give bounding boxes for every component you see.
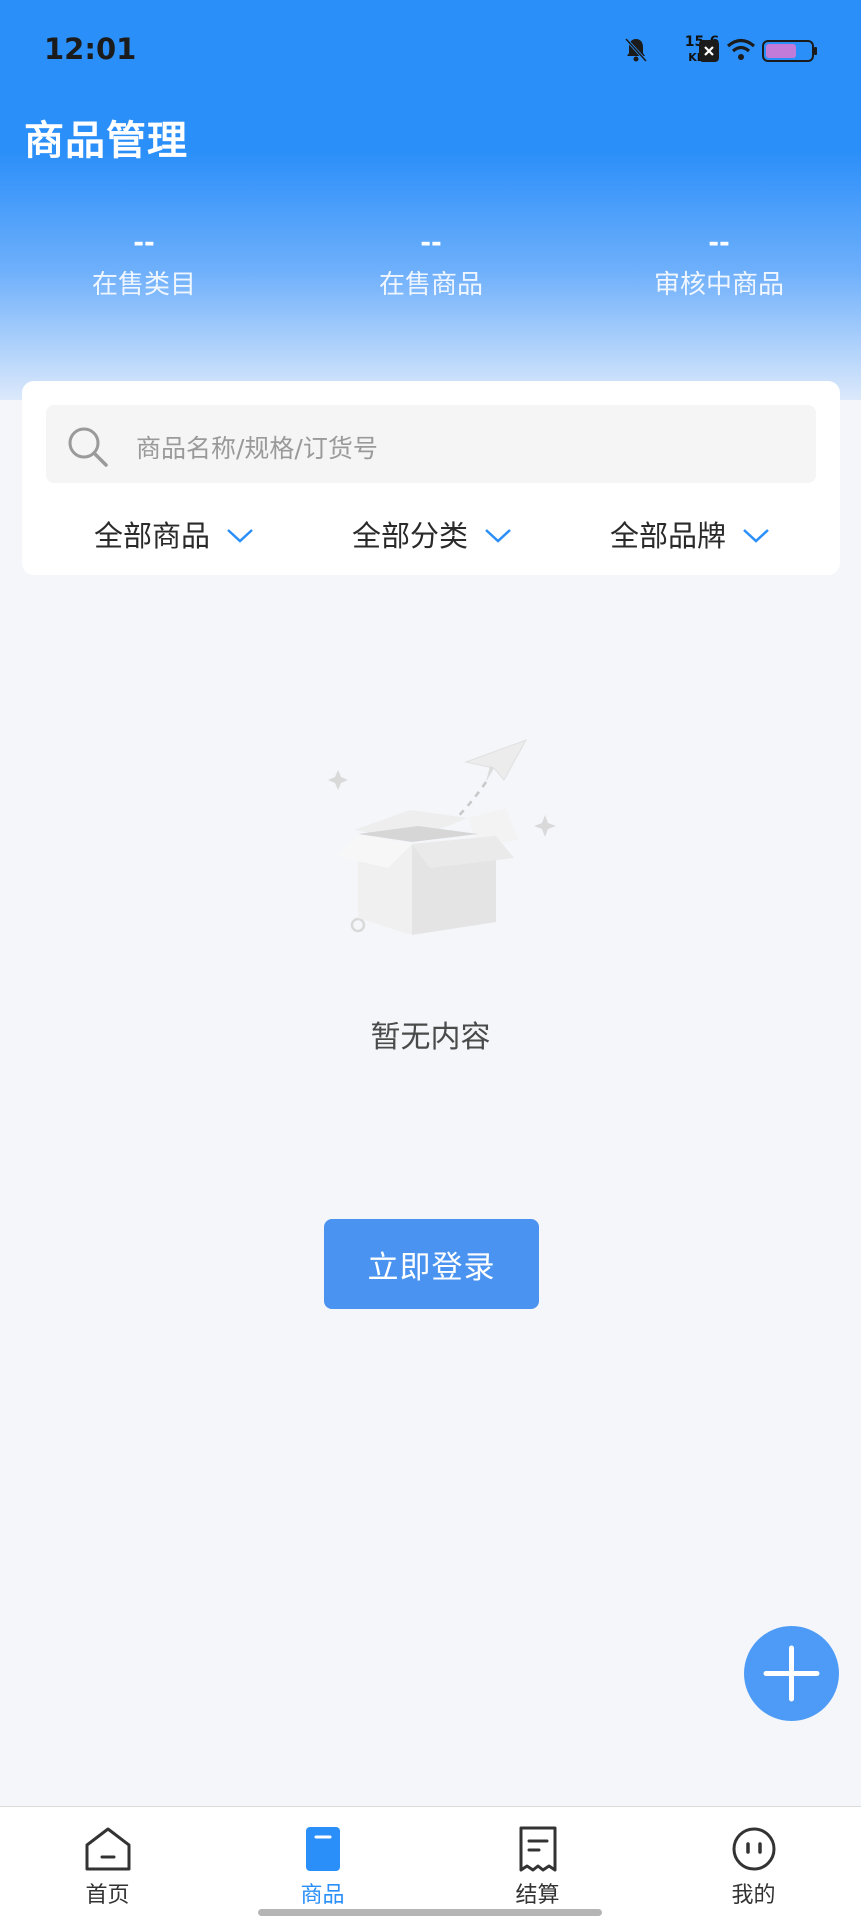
tab-mine[interactable]: 我的	[646, 1807, 861, 1920]
stat-value: --	[708, 228, 730, 258]
filter-all-categories[interactable]: 全部分类	[352, 509, 512, 559]
tab-label: 商品	[300, 1883, 345, 1908]
chevron-down-icon	[485, 529, 511, 543]
stat-reviewing-goods[interactable]: -- 审核中商品	[599, 228, 839, 301]
stat-value: --	[133, 228, 155, 258]
filter-label: 全部品牌	[610, 519, 727, 553]
home-indicator[interactable]	[258, 1909, 602, 1916]
plus-icon	[763, 1645, 820, 1702]
add-goods-button[interactable]	[744, 1626, 839, 1721]
receipt-icon	[519, 1826, 557, 1872]
tab-settlement[interactable]: 结算	[430, 1807, 645, 1920]
filter-card: 商品名称/规格/订货号 全部商品 全部分类 全部品牌	[22, 381, 840, 575]
x-badge-icon	[699, 40, 719, 62]
login-button[interactable]: 立即登录	[324, 1219, 539, 1309]
filter-label: 全部分类	[352, 519, 469, 553]
wifi-icon	[726, 38, 756, 60]
search-input[interactable]: 商品名称/规格/订货号	[46, 405, 816, 483]
status-bar: 12:01 15.6 KB/s	[0, 0, 861, 100]
bell-off-icon	[624, 37, 648, 63]
page-title: 商品管理	[24, 118, 188, 164]
tab-label: 首页	[85, 1883, 130, 1908]
bottom-tab-bar: 首页 商品 结算 我的	[0, 1806, 861, 1920]
filter-all-goods[interactable]: 全部商品	[94, 509, 254, 559]
stat-label: 审核中商品	[653, 270, 784, 300]
home-icon	[85, 1827, 131, 1871]
empty-box-illustration	[328, 739, 556, 935]
search-icon	[68, 427, 108, 467]
filter-label: 全部商品	[94, 519, 211, 553]
search-placeholder: 商品名称/规格/订货号	[136, 434, 378, 463]
stat-label: 在售类目	[91, 270, 196, 300]
battery-icon	[762, 40, 817, 62]
stat-on-sale-goods[interactable]: -- 在售商品	[311, 228, 551, 301]
stat-label: 在售商品	[378, 270, 483, 300]
filter-all-brands[interactable]: 全部品牌	[610, 509, 770, 559]
tab-label: 结算	[515, 1883, 560, 1908]
stats-row: -- 在售类目 -- 在售商品 -- 审核中商品	[0, 228, 861, 318]
empty-state-text: 暂无内容	[370, 1020, 491, 1055]
stat-value: --	[420, 228, 442, 258]
goods-icon	[306, 1827, 340, 1871]
tab-goods[interactable]: 商品	[215, 1807, 430, 1920]
stat-on-sale-categories[interactable]: -- 在售类目	[24, 228, 264, 301]
status-time: 12:01	[44, 32, 137, 66]
chevron-down-icon	[227, 529, 253, 543]
tab-home[interactable]: 首页	[0, 1807, 215, 1920]
tab-label: 我的	[731, 1883, 776, 1908]
profile-icon	[732, 1827, 776, 1871]
chevron-down-icon	[743, 529, 769, 543]
